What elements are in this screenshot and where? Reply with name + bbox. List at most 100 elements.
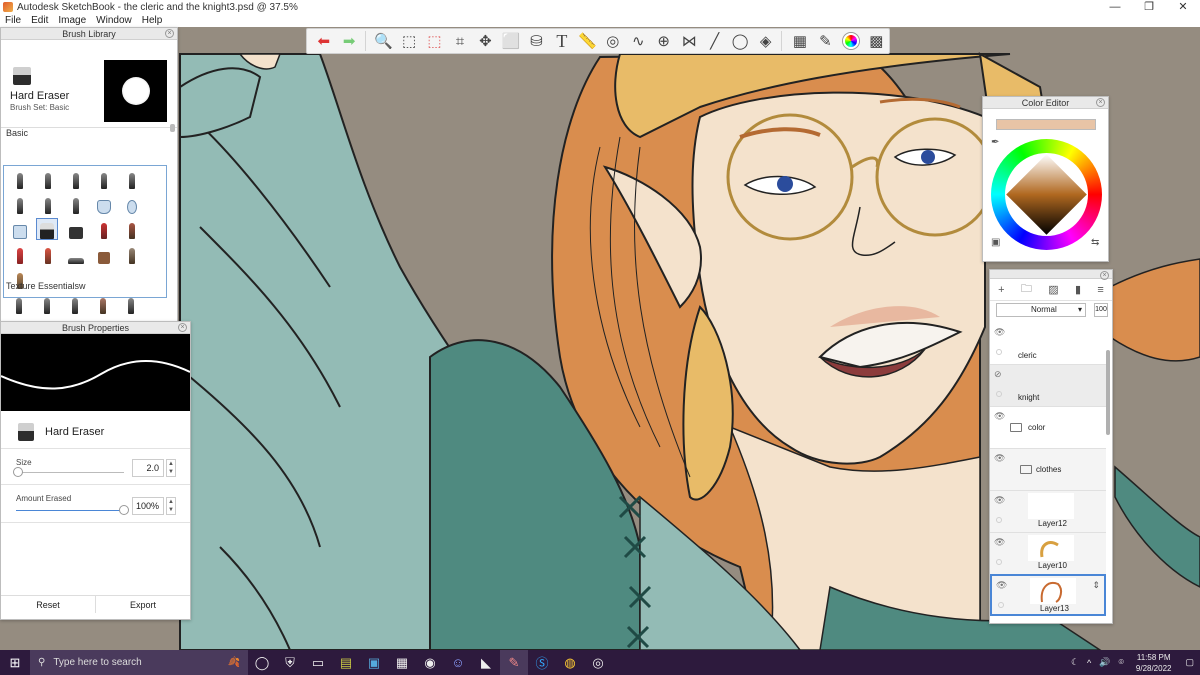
brush-texture-icon[interactable] — [94, 244, 114, 264]
layer-lock-dot[interactable] — [996, 517, 1002, 523]
redo-icon[interactable]: ➡ — [336, 29, 361, 53]
brush-fine-pen-icon[interactable] — [38, 194, 58, 214]
perspective-icon[interactable]: ⊕ — [651, 29, 676, 53]
size-value-field[interactable]: 2.0 — [132, 459, 164, 477]
menu-image[interactable]: Image — [53, 15, 91, 26]
texture-brush-icon[interactable] — [121, 294, 141, 314]
layer-scrollbar[interactable] — [1106, 350, 1110, 435]
brush-calligraphy-icon[interactable] — [66, 194, 86, 214]
brush-watercolor-icon[interactable] — [122, 194, 142, 214]
visibility-hidden-icon[interactable]: ⊘ — [994, 369, 1002, 380]
task-view-icon[interactable]: ◯ — [248, 650, 276, 675]
layer-row-knight[interactable]: ⊘ knight — [990, 365, 1106, 407]
blend-mode-select[interactable]: Normal — [996, 303, 1086, 317]
brush-library-scrollbar[interactable] — [170, 124, 175, 132]
current-color-swatch[interactable] — [996, 119, 1096, 130]
close-icon[interactable]: × — [1100, 271, 1109, 280]
brush-crayon-icon[interactable] — [10, 244, 30, 264]
stroke-line-icon[interactable]: ╱ — [702, 29, 727, 53]
layer-move-handle-icon[interactable]: ⇕ — [1092, 580, 1100, 591]
layer-row-layer10[interactable]: 👁 Layer10 — [990, 533, 1106, 575]
remote-desktop-icon[interactable]: ▣ — [360, 650, 388, 675]
brush-blender-icon[interactable] — [66, 244, 86, 264]
amount-slider-knob[interactable] — [119, 505, 129, 515]
brush-chalk-icon[interactable] — [38, 244, 58, 264]
symmetry-icon[interactable]: ⋈ — [676, 29, 701, 53]
amount-erased-slider[interactable] — [16, 505, 129, 515]
add-layer-icon[interactable]: + — [998, 284, 1004, 296]
close-icon[interactable]: × — [1096, 98, 1105, 107]
crop-icon[interactable]: ⌗ — [447, 29, 472, 53]
app-icon[interactable]: ◎ — [584, 650, 612, 675]
taskbar-search-box[interactable]: ⚲ Type here to search 🍂 — [30, 650, 248, 675]
layer-lock-dot[interactable] — [998, 602, 1004, 608]
brush-marker-icon[interactable] — [94, 169, 114, 189]
undo-icon[interactable]: ⬅ — [311, 29, 336, 53]
texture-brush-icon[interactable] — [93, 294, 113, 314]
layer-row-layer13-selected[interactable]: 👁 Layer13 ⇕ — [990, 574, 1106, 616]
text-icon[interactable]: T — [549, 29, 574, 53]
copic-palette-icon[interactable]: ▩ — [864, 29, 889, 53]
menu-window[interactable]: Window — [91, 15, 137, 26]
visibility-eye-icon[interactable]: 👁 — [996, 580, 1007, 591]
fill-icon[interactable]: ⛁ — [524, 29, 549, 53]
amount-erased-value-field[interactable]: 100% — [132, 497, 164, 515]
brush-felt-pen-icon[interactable] — [122, 169, 142, 189]
app-icon[interactable]: ▤ — [332, 650, 360, 675]
layer-lock-dot[interactable] — [996, 559, 1002, 565]
color-puck-icon[interactable]: ▣ — [991, 237, 1000, 248]
color-wheel[interactable] — [991, 139, 1102, 250]
visibility-eye-icon[interactable]: 👁 — [994, 327, 1005, 338]
tray-expand-icon[interactable]: ^ — [1083, 658, 1095, 668]
color-wheel-icon[interactable] — [838, 29, 863, 53]
taskbar-clock[interactable]: 11:58 PM 9/28/2022 — [1128, 652, 1180, 674]
skype-icon[interactable]: Ⓢ — [528, 650, 556, 675]
transform-icon[interactable]: ⬜ — [498, 29, 523, 53]
volume-icon[interactable]: 🔊 — [1095, 657, 1114, 668]
lasso-select-icon[interactable]: ⬚ — [422, 29, 447, 53]
brush-paint-icon[interactable] — [94, 219, 114, 239]
brush-library-icon[interactable]: ✎ — [813, 29, 838, 53]
layer-opacity-field[interactable]: 100 — [1094, 303, 1108, 317]
visibility-eye-icon[interactable]: 👁 — [994, 495, 1005, 506]
layer-group-clothes[interactable]: 👁 clothes — [990, 449, 1106, 491]
zoom-icon[interactable]: 🔍 — [371, 29, 396, 53]
windows-start-icon[interactable]: ⊞ — [0, 655, 30, 671]
visibility-eye-icon[interactable]: 👁 — [994, 537, 1005, 548]
texture-brush-icon[interactable] — [9, 294, 29, 314]
minimize-button[interactable]: — — [1098, 0, 1132, 14]
reset-button[interactable]: Reset — [1, 596, 95, 613]
brush-airbrush-icon[interactable] — [94, 194, 114, 214]
amount-spinner[interactable]: ▲ ▼ — [166, 497, 176, 515]
maximize-button[interactable]: ❐ — [1132, 0, 1166, 14]
menu-help[interactable]: Help — [137, 15, 168, 26]
layer-menu-icon[interactable]: ≡ — [1097, 284, 1103, 296]
layers-toggle-icon[interactable]: ▦ — [787, 29, 812, 53]
brush-smear-icon[interactable] — [66, 219, 86, 239]
layer-row-layer12[interactable]: 👁 Layer12 — [990, 491, 1106, 533]
layer-lock-dot[interactable] — [996, 349, 1002, 355]
close-icon[interactable]: × — [178, 323, 187, 332]
clear-layer-icon[interactable]: ▮ — [1075, 283, 1081, 296]
layer-row-cleric[interactable]: 👁 cleric — [990, 323, 1106, 365]
layer-group-color[interactable]: 👁 color — [990, 407, 1106, 449]
network-icon[interactable]: ⌾ — [1114, 657, 1127, 668]
chrome-icon[interactable]: ◍ — [556, 650, 584, 675]
brush-inking-pen-icon[interactable] — [10, 194, 30, 214]
add-image-icon[interactable]: ▨ — [1048, 283, 1058, 296]
size-spinner[interactable]: ▲ ▼ — [166, 459, 176, 477]
texture-brush-icon[interactable] — [37, 294, 57, 314]
brush-technical-pen-icon[interactable] — [66, 169, 86, 189]
swap-colors-icon[interactable]: ⇆ — [1091, 237, 1099, 248]
discord-icon[interactable]: ☺ — [444, 650, 472, 675]
night-mode-icon[interactable]: ☾ — [1067, 657, 1083, 668]
ruler-icon[interactable]: 📏 — [575, 29, 600, 53]
stroke-ellipse-icon[interactable]: ◯ — [727, 29, 752, 53]
shape-icon[interactable]: ◈ — [753, 29, 778, 53]
brush-soft-eraser-icon[interactable] — [10, 219, 30, 239]
layer-lock-dot[interactable] — [996, 391, 1002, 397]
close-icon[interactable]: × — [165, 29, 174, 38]
visibility-eye-icon[interactable]: 👁 — [994, 453, 1005, 464]
ellipse-guide-icon[interactable]: ◎ — [600, 29, 625, 53]
steam-icon[interactable]: ◉ — [416, 650, 444, 675]
